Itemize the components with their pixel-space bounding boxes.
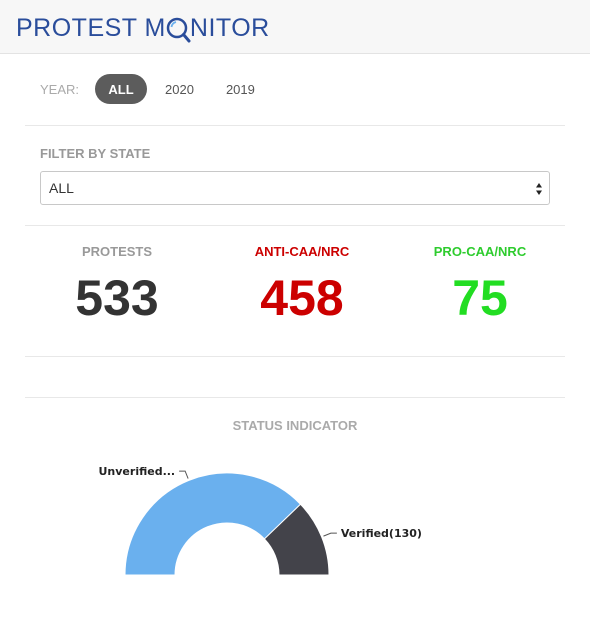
stat-protests: PROTESTS 533	[27, 244, 207, 326]
year-2020-button[interactable]: 2020	[151, 74, 208, 104]
stat-anti: ANTI-CAA/NRC 458	[212, 244, 392, 326]
divider	[25, 225, 565, 226]
state-select-value: ALL	[49, 180, 74, 196]
logo-text-end: NITOR	[189, 13, 270, 42]
filter-state-label: FILTER BY STATE	[40, 146, 151, 161]
stat-anti-label: ANTI-CAA/NRC	[254, 244, 350, 259]
magnifier-icon	[166, 17, 191, 43]
year-label: YEAR:	[40, 81, 80, 97]
slice-connector	[323, 532, 337, 537]
status-half-donut-chart: Unverified... Verified(130)	[99, 465, 422, 576]
stat-pro: PRO-CAA/NRC 75	[390, 244, 570, 326]
divider	[25, 356, 565, 357]
logo-text-start: PROTEST M	[16, 13, 166, 42]
year-all-button[interactable]: ALL	[95, 74, 148, 104]
stat-protests-label: PROTESTS	[81, 244, 153, 259]
year-filter: YEAR: ALL 2020 2019	[40, 74, 269, 104]
stat-pro-value: 75	[452, 270, 508, 326]
protest-monitor-logo[interactable]: PROTEST M NITOR	[16, 10, 270, 46]
divider	[25, 397, 565, 398]
slice-label: Unverified...	[99, 465, 176, 478]
slice-label: Verified(130)	[341, 527, 422, 540]
state-select[interactable]: ALL	[40, 171, 550, 205]
divider	[25, 125, 565, 126]
select-arrows-icon	[536, 183, 542, 195]
app-header: PROTEST M NITOR	[0, 0, 590, 54]
stat-anti-value: 458	[260, 270, 344, 326]
year-2019-button[interactable]: 2019	[212, 74, 269, 104]
status-indicator-title: STATUS INDICATOR	[232, 418, 358, 433]
slice-connector	[179, 470, 189, 479]
stat-pro-label: PRO-CAA/NRC	[433, 244, 527, 259]
stat-protests-value: 533	[75, 270, 159, 326]
slice-unverified[interactable]	[124, 472, 302, 576]
